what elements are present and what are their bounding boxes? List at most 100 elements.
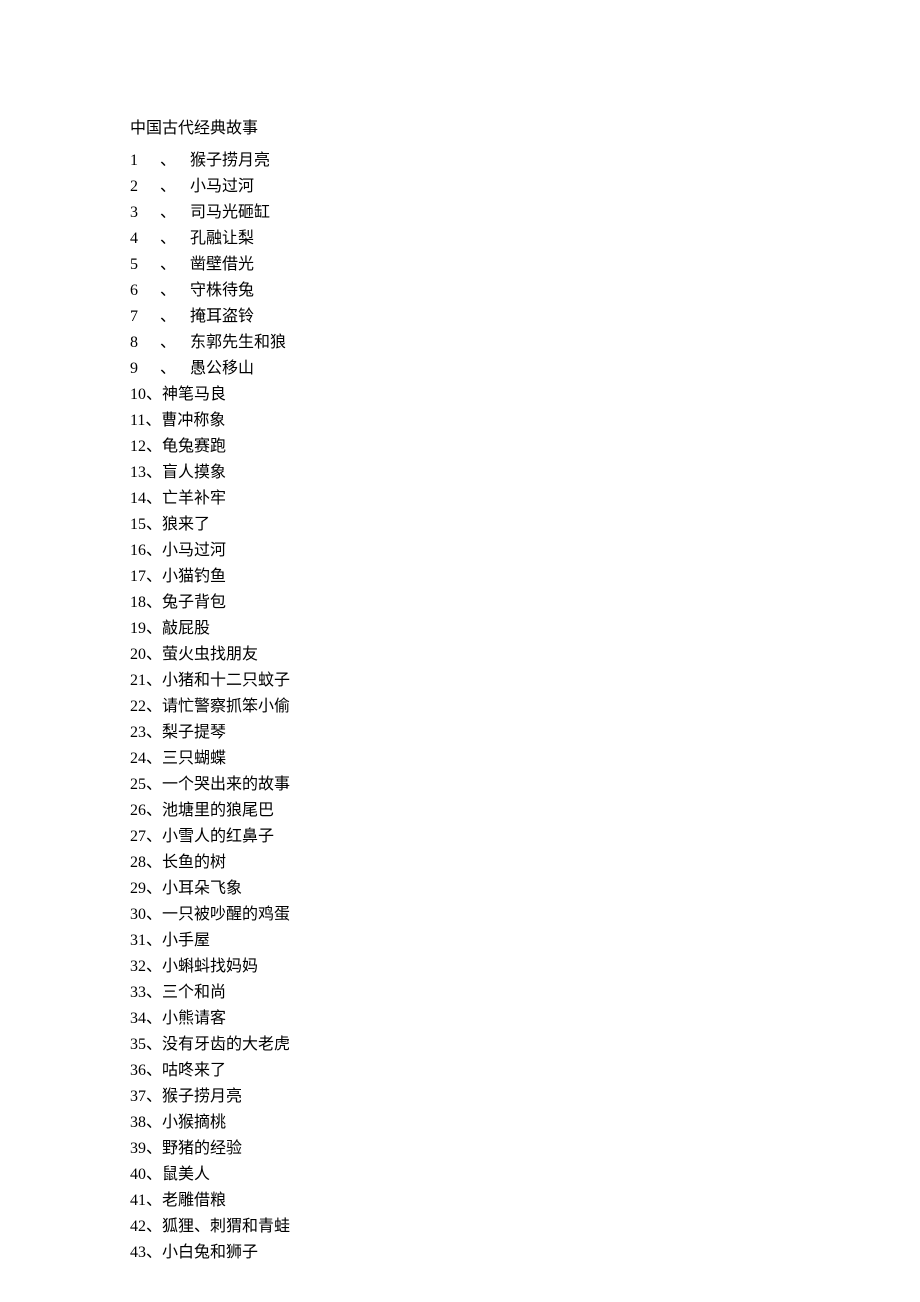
item-text: 小马过河: [190, 174, 254, 200]
list-item: 42、狐狸、刺猬和青蛙: [130, 1214, 920, 1240]
item-text: 愚公移山: [190, 356, 254, 382]
item-number-sep-text: 15、狼来了: [130, 512, 210, 538]
item-number-sep-text: 14、亡羊补牢: [130, 486, 226, 512]
item-separator: 、: [160, 356, 190, 382]
list-item: 29、小耳朵飞象: [130, 876, 920, 902]
list-item: 7、掩耳盗铃: [130, 304, 920, 330]
item-number-sep-text: 38、小猴摘桃: [130, 1110, 226, 1136]
item-number-sep-text: 18、兔子背包: [130, 590, 226, 616]
list-item: 33、三个和尚: [130, 980, 920, 1006]
list-item: 10、神笔马良: [130, 382, 920, 408]
item-number-sep-text: 16、小马过河: [130, 538, 226, 564]
list-item: 21、小猪和十二只蚊子: [130, 668, 920, 694]
item-text: 凿壁借光: [190, 252, 254, 278]
item-number-sep-text: 20、萤火虫找朋友: [130, 642, 258, 668]
list-item: 38、小猴摘桃: [130, 1110, 920, 1136]
list-item: 1、猴子捞月亮: [130, 148, 920, 174]
list-item: 36、咕咚来了: [130, 1058, 920, 1084]
list-item: 41、老雕借粮: [130, 1188, 920, 1214]
item-number-sep-text: 37、猴子捞月亮: [130, 1084, 242, 1110]
list-item: 22、请忙警察抓笨小偷: [130, 694, 920, 720]
list-item: 35、没有牙齿的大老虎: [130, 1032, 920, 1058]
item-separator: 、: [160, 330, 190, 356]
item-number-sep-text: 30、一只被吵醒的鸡蛋: [130, 902, 290, 928]
list-item: 13、盲人摸象: [130, 460, 920, 486]
item-separator: 、: [160, 304, 190, 330]
list-item: 5、凿壁借光: [130, 252, 920, 278]
list-item: 19、敲屁股: [130, 616, 920, 642]
item-number: 7: [130, 304, 160, 330]
item-number-sep-text: 42、狐狸、刺猬和青蛙: [130, 1214, 290, 1240]
item-number: 1: [130, 148, 160, 174]
list-item: 14、亡羊补牢: [130, 486, 920, 512]
list-item: 39、野猪的经验: [130, 1136, 920, 1162]
list-item: 30、一只被吵醒的鸡蛋: [130, 902, 920, 928]
item-text: 守株待兔: [190, 278, 254, 304]
list-item: 16、小马过河: [130, 538, 920, 564]
item-number: 5: [130, 252, 160, 278]
list-item: 25、一个哭出来的故事: [130, 772, 920, 798]
item-separator: 、: [160, 226, 190, 252]
list-item: 9、愚公移山: [130, 356, 920, 382]
item-number-sep-text: 10、神笔马良: [130, 382, 226, 408]
item-number: 4: [130, 226, 160, 252]
list-item: 37、猴子捞月亮: [130, 1084, 920, 1110]
list-item: 28、长鱼的树: [130, 850, 920, 876]
item-number-sep-text: 31、小手屋: [130, 928, 210, 954]
list-item: 40、鼠美人: [130, 1162, 920, 1188]
item-text: 孔融让梨: [190, 226, 254, 252]
item-number-sep-text: 32、小蝌蚪找妈妈: [130, 954, 258, 980]
list-item: 3、司马光砸缸: [130, 200, 920, 226]
list-item: 8、东郭先生和狼: [130, 330, 920, 356]
item-separator: 、: [160, 278, 190, 304]
item-number-sep-text: 28、长鱼的树: [130, 850, 226, 876]
list-item: 31、小手屋: [130, 928, 920, 954]
item-number-sep-text: 17、小猫钓鱼: [130, 564, 226, 590]
item-number: 3: [130, 200, 160, 226]
item-number: 2: [130, 174, 160, 200]
item-number: 8: [130, 330, 160, 356]
list-item: 2、小马过河: [130, 174, 920, 200]
list-item: 34、小熊请客: [130, 1006, 920, 1032]
item-number-sep-text: 29、小耳朵飞象: [130, 876, 242, 902]
item-number-sep-text: 25、一个哭出来的故事: [130, 772, 290, 798]
list-item: 26、池塘里的狼尾巴: [130, 798, 920, 824]
list-item: 43、小白兔和狮子: [130, 1240, 920, 1266]
list-item: 18、兔子背包: [130, 590, 920, 616]
list-item: 23、梨子提琴: [130, 720, 920, 746]
story-list: 1、猴子捞月亮2、小马过河3、司马光砸缸4、孔融让梨5、凿壁借光6、守株待兔7、…: [130, 148, 920, 1266]
list-item: 4、孔融让梨: [130, 226, 920, 252]
item-number: 6: [130, 278, 160, 304]
document-title: 中国古代经典故事: [130, 116, 920, 142]
list-item: 32、小蝌蚪找妈妈: [130, 954, 920, 980]
item-text: 猴子捞月亮: [190, 148, 270, 174]
item-separator: 、: [160, 174, 190, 200]
item-number-sep-text: 43、小白兔和狮子: [130, 1240, 258, 1266]
list-item: 17、小猫钓鱼: [130, 564, 920, 590]
item-separator: 、: [160, 200, 190, 226]
list-item: 12、龟兔赛跑: [130, 434, 920, 460]
item-number-sep-text: 34、小熊请客: [130, 1006, 226, 1032]
list-item: 20、萤火虫找朋友: [130, 642, 920, 668]
item-number-sep-text: 23、梨子提琴: [130, 720, 226, 746]
item-number-sep-text: 36、咕咚来了: [130, 1058, 226, 1084]
item-number-sep-text: 35、没有牙齿的大老虎: [130, 1032, 290, 1058]
item-separator: 、: [160, 148, 190, 174]
item-separator: 、: [160, 252, 190, 278]
item-number-sep-text: 39、野猪的经验: [130, 1136, 242, 1162]
item-text: 东郭先生和狼: [190, 330, 286, 356]
item-number-sep-text: 24、三只蝴蝶: [130, 746, 226, 772]
item-number-sep-text: 27、小雪人的红鼻子: [130, 824, 274, 850]
item-text: 司马光砸缸: [190, 200, 270, 226]
item-number-sep-text: 33、三个和尚: [130, 980, 226, 1006]
item-number-sep-text: 40、鼠美人: [130, 1162, 210, 1188]
item-number-sep-text: 11、曹冲称象: [130, 408, 225, 434]
item-number-sep-text: 41、老雕借粮: [130, 1188, 226, 1214]
item-number-sep-text: 21、小猪和十二只蚊子: [130, 668, 290, 694]
list-item: 11、曹冲称象: [130, 408, 920, 434]
item-number-sep-text: 19、敲屁股: [130, 616, 210, 642]
item-number: 9: [130, 356, 160, 382]
item-text: 掩耳盗铃: [190, 304, 254, 330]
list-item: 24、三只蝴蝶: [130, 746, 920, 772]
list-item: 6、守株待兔: [130, 278, 920, 304]
